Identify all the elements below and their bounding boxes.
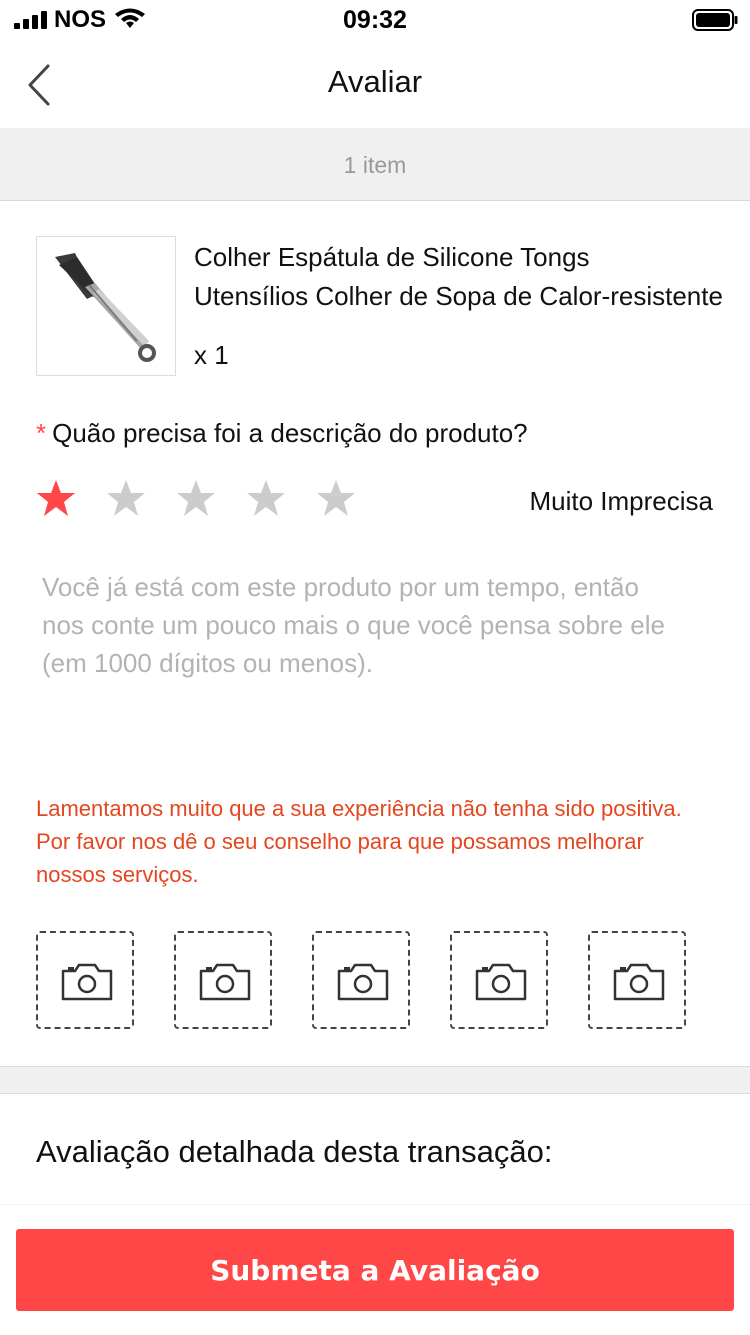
camera-icon <box>613 963 665 1001</box>
negative-feedback-notice: Lamentamos muito que a sua experiência n… <box>36 796 682 887</box>
add-photo-button[interactable] <box>588 931 686 1029</box>
bottom-bar: Submeta a Avaliação <box>0 1204 750 1335</box>
star-5-icon[interactable] <box>316 478 356 518</box>
add-photo-button[interactable] <box>36 931 134 1029</box>
camera-icon <box>61 963 113 1001</box>
star-3-icon[interactable] <box>176 478 216 518</box>
product-title: Colher Espátula de Silicone Tongs Utensí… <box>194 238 724 316</box>
rating-label: Muito Imprecisa <box>529 486 714 516</box>
add-photo-button[interactable] <box>174 931 272 1029</box>
camera-icon <box>475 963 527 1001</box>
status-time: 09:32 <box>343 6 407 34</box>
star-2-icon[interactable] <box>106 478 146 518</box>
section-divider <box>0 1066 750 1094</box>
review-comment-input[interactable]: Você já está com este produto por um tem… <box>42 568 682 748</box>
product-quantity: x 1 <box>194 340 229 370</box>
add-photo-button[interactable] <box>450 931 548 1029</box>
rating-question: * Quão precisa foi a descrição do produto… <box>36 418 528 449</box>
battery-icon <box>692 9 738 31</box>
kitchen-tongs-image <box>55 253 156 362</box>
star-4-icon[interactable] <box>246 478 286 518</box>
camera-icon <box>199 963 251 1001</box>
nav-bar: Avaliar <box>0 40 750 128</box>
product-title-line: Utensílios Colher de Sopa de Calor-resis… <box>194 281 723 311</box>
product-thumbnail <box>36 236 176 376</box>
item-count: 1 item <box>343 152 407 178</box>
detailed-rating-heading: Avaliação detalhada desta transação: <box>36 1134 553 1169</box>
product-title-line: Colher Espátula de Silicone Tongs <box>194 242 590 272</box>
submit-review-button[interactable]: Submeta a Avaliação <box>16 1229 734 1311</box>
star-1-icon[interactable] <box>36 478 76 518</box>
required-mark: * <box>36 418 47 448</box>
status-bar: NOS 09:32 <box>0 0 750 40</box>
item-count-bar: 1 item <box>0 128 750 201</box>
add-photo-button[interactable] <box>312 931 410 1029</box>
camera-icon <box>337 963 389 1001</box>
rating-question-text: Quão precisa foi a descrição do produto? <box>52 418 528 448</box>
page-title: Avaliar <box>327 64 423 99</box>
